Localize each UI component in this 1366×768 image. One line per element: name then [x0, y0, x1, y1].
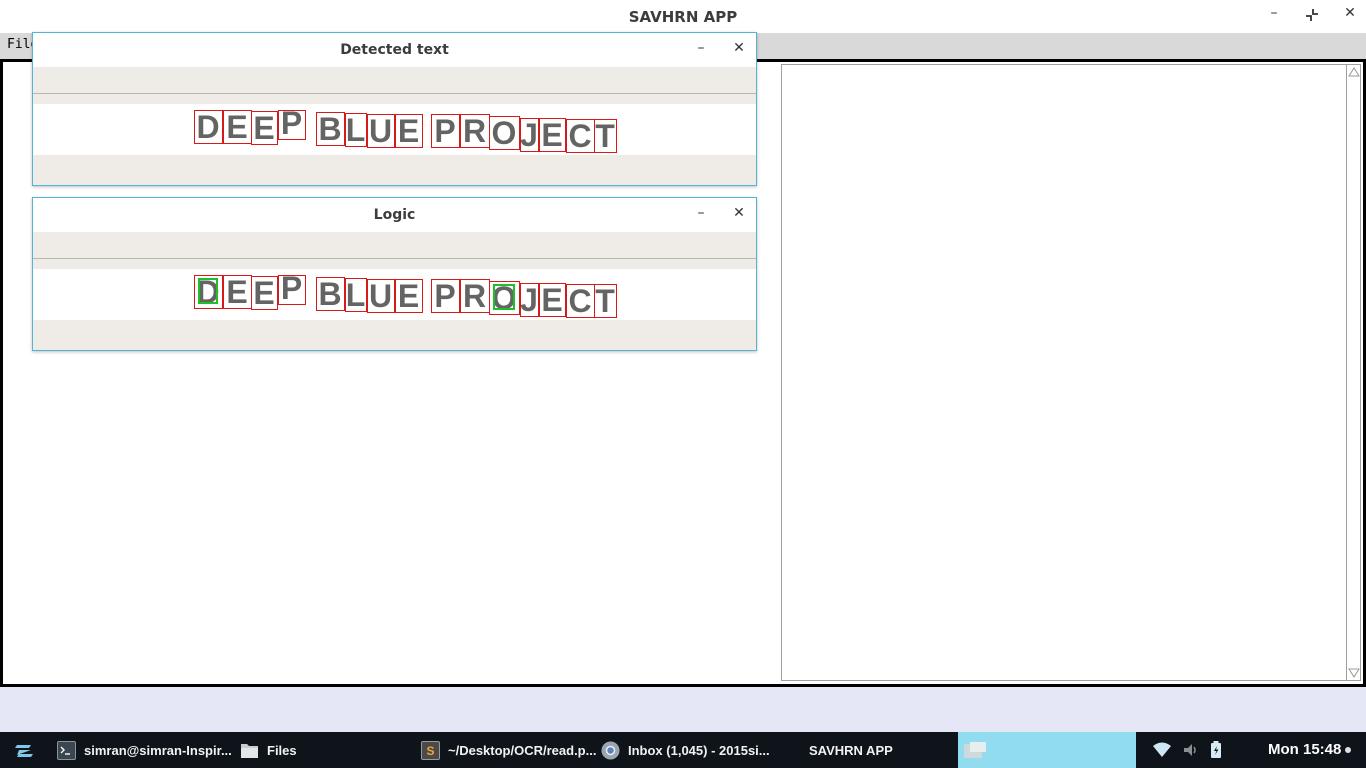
- bottom-strip: [0, 687, 1366, 732]
- ocr-letter: B: [318, 111, 341, 147]
- scroll-down-arrow-icon[interactable]: [1348, 667, 1360, 679]
- ocr-letter: R: [463, 113, 486, 149]
- ocr-letter: E: [253, 275, 274, 311]
- detected-text-minimize-button[interactable]: –: [691, 40, 711, 60]
- taskbar: simran@simran-Inspir... Files S ~/Deskto…: [0, 732, 1366, 768]
- svg-text:S: S: [426, 744, 434, 758]
- task-sublime[interactable]: S ~/Desktop/OCR/read.p...: [421, 732, 596, 768]
- volume-icon[interactable]: [1182, 741, 1200, 759]
- detected-text-title: Detected text: [340, 42, 449, 58]
- ocr-letter: L: [346, 112, 366, 148]
- task-files[interactable]: Files: [240, 732, 297, 768]
- restore-button[interactable]: [1300, 5, 1324, 27]
- detected-text-window: Detected text – ✕ DEEPBLUEPROJECT: [32, 32, 757, 186]
- ocr-image-logic: DEEPBLUEPROJECT: [194, 270, 617, 319]
- folder-icon: [241, 743, 258, 758]
- ocr-letter: J: [520, 117, 538, 153]
- sublime-text-icon: S: [421, 740, 440, 760]
- ocr-letter: E: [253, 110, 274, 146]
- app-title: SAVHRN APP: [628, 8, 738, 26]
- task-label: Files: [267, 742, 297, 758]
- ocr-letter: B: [318, 276, 341, 312]
- window-thumbnail-icon: [964, 742, 986, 758]
- task-label: ~/Desktop/OCR/read.p...: [448, 742, 597, 758]
- task-label: simran@simran-Inspir...: [84, 742, 232, 758]
- separator: [33, 258, 756, 259]
- scroll-up-arrow-icon[interactable]: [1348, 66, 1360, 78]
- notification-dot-icon: [1345, 747, 1351, 753]
- ocr-letter: E: [541, 117, 562, 153]
- ocr-letter: E: [541, 282, 562, 318]
- minimize-button[interactable]: –: [1262, 5, 1286, 27]
- ocr-letter: O: [492, 115, 517, 151]
- ocr-letter: C: [568, 118, 591, 154]
- output-textarea[interactable]: [781, 64, 1348, 681]
- logic-image: DEEPBLUEPROJECT: [33, 269, 756, 320]
- ocr-letter: E: [398, 113, 419, 149]
- task-chrome[interactable]: Inbox (1,045) - 2015si...: [601, 732, 770, 768]
- clock[interactable]: Mon 15:48: [1268, 741, 1341, 758]
- terminal-icon: [57, 740, 76, 760]
- ocr-letter: E: [226, 274, 247, 310]
- separator: [33, 93, 756, 94]
- ocr-letter: U: [369, 278, 392, 314]
- logic-window: Logic – ✕ DEEPBLUEPROJECT: [32, 197, 757, 351]
- launcher-button[interactable]: [12, 732, 36, 768]
- ocr-letter: P: [434, 278, 455, 314]
- task-label: SAVHRN APP: [809, 742, 893, 758]
- system-tray: [1152, 732, 1222, 768]
- logic-close-button[interactable]: ✕: [729, 205, 749, 225]
- ocr-letter: E: [398, 278, 419, 314]
- detected-text-image: DEEPBLUEPROJECT: [33, 104, 756, 155]
- chrome-icon: [601, 740, 620, 760]
- ocr-letter: P: [434, 113, 455, 149]
- task-terminal[interactable]: simran@simran-Inspir...: [57, 732, 232, 768]
- ocr-image-detected: DEEPBLUEPROJECT: [194, 105, 617, 154]
- ocr-letter: J: [520, 282, 538, 318]
- logic-minimize-button[interactable]: –: [691, 205, 711, 225]
- detected-text-titlebar[interactable]: Detected text – ✕: [33, 33, 756, 67]
- ocr-letter: D: [196, 109, 219, 145]
- ocr-letter: C: [568, 283, 591, 319]
- app-titlebar: SAVHRN APP – ✕: [0, 0, 1366, 33]
- vertical-scrollbar[interactable]: [1346, 64, 1361, 681]
- ocr-letter: T: [595, 283, 615, 319]
- task-label: Inbox (1,045) - 2015si...: [628, 742, 770, 758]
- ocr-letter: E: [226, 109, 247, 145]
- close-button[interactable]: ✕: [1338, 5, 1362, 27]
- task-savhrn-app[interactable]: SAVHRN APP: [809, 732, 893, 768]
- ocr-letter: L: [346, 277, 366, 313]
- detected-text-close-button[interactable]: ✕: [729, 40, 749, 60]
- zorin-logo-icon: [15, 745, 33, 757]
- wifi-icon[interactable]: [1152, 741, 1172, 759]
- ocr-letter: T: [595, 118, 615, 154]
- ocr-letter: R: [463, 278, 486, 314]
- battery-icon[interactable]: [1210, 741, 1222, 759]
- logic-titlebar[interactable]: Logic – ✕: [33, 198, 756, 232]
- logic-title: Logic: [373, 207, 416, 223]
- restore-icon: [1306, 9, 1318, 21]
- task-thumbnail[interactable]: [962, 732, 988, 768]
- ocr-letter: U: [369, 113, 392, 149]
